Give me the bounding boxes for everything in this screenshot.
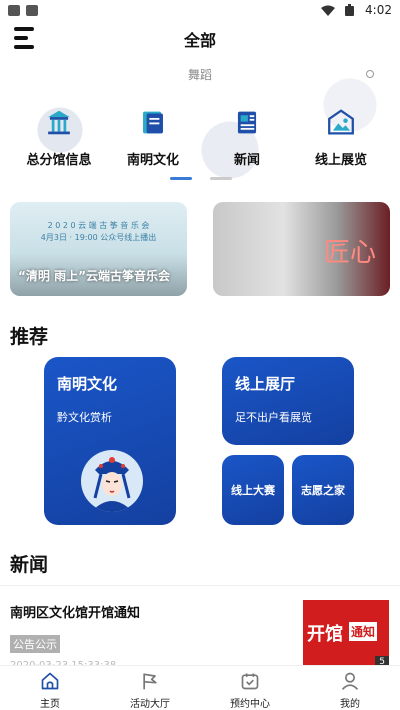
card-title: 南明文化 <box>57 375 118 393</box>
status-right: 4:02 <box>321 3 392 17</box>
newspaper-icon <box>237 111 257 134</box>
tab-label: 预约中心 <box>230 699 270 710</box>
news-tag: 公告公示 <box>10 635 60 653</box>
tab-label: 活动大厅 <box>130 699 170 710</box>
tab-mine[interactable]: 我的 <box>300 666 400 710</box>
news-thumbnail: 开馆 通知 5 <box>303 600 389 668</box>
calendar-check-icon <box>241 673 259 690</box>
thumb-text: 开馆 <box>307 624 343 645</box>
home-icon <box>41 672 59 690</box>
status-bar: 4:02 <box>0 0 400 20</box>
recommend-card-volunteer[interactable]: 志愿之家 <box>292 455 354 525</box>
news-list-item[interactable]: 南明区文化馆开馆通知 公告公示 2020-03-23 15:33:38 开馆 通… <box>0 585 400 671</box>
tab-booking-center[interactable]: 预约中心 <box>200 666 300 710</box>
status-left <box>8 4 38 16</box>
category-label: 南明文化 <box>126 153 179 168</box>
category-item-online-exhibition[interactable]: 线上展览 <box>296 108 386 168</box>
category-item-branches[interactable]: 总分馆信息 <box>14 108 104 168</box>
banner-caption: “清明 雨上”云端古筝音乐会 <box>18 269 170 283</box>
banner-small-title: 2 0 2 0 云 端 古 筝 音 乐 会 <box>47 221 150 230</box>
status-time: 4:02 <box>365 3 392 17</box>
news-section-title: 新闻 <box>10 554 49 576</box>
card-subtitle: 黔文化赏析 <box>57 411 112 424</box>
search-placeholder: 舞蹈 <box>187 67 212 82</box>
banner-carousel: 2 0 2 0 云 端 古 筝 音 乐 会 4月3日 · 19:00 公众号线上… <box>10 202 390 298</box>
recommend-card-online-hall[interactable]: 线上展厅 足不出户看展览 <box>222 357 354 445</box>
recommend-card-online-contest[interactable]: 线上大赛 <box>222 455 284 525</box>
search-icon[interactable] <box>366 70 374 78</box>
tab-label: 我的 <box>340 699 360 710</box>
category-label: 总分馆信息 <box>26 153 92 168</box>
bottom-tab-bar: 主页 活动大厅 预约中心 我的 <box>0 665 400 710</box>
tab-label: 主页 <box>40 699 60 710</box>
app-header: 全部 <box>0 22 400 54</box>
battery-icon <box>345 4 355 16</box>
tab-activity-hall[interactable]: 活动大厅 <box>100 666 200 710</box>
opera-mask-illustration <box>81 450 143 512</box>
banner-craftsmanship[interactable]: 匠心 <box>213 202 390 296</box>
recommend-card-nanming-culture[interactable]: 南明文化 黔文化赏析 <box>44 357 176 525</box>
banner-guzheng-concert[interactable]: 2 0 2 0 云 端 古 筝 音 乐 会 4月3日 · 19:00 公众号线上… <box>10 202 187 296</box>
search-bar[interactable]: 舞蹈 <box>12 60 388 88</box>
notification-icon <box>26 4 38 16</box>
book-icon <box>143 111 163 134</box>
gallery-icon <box>328 109 354 135</box>
building-icon <box>48 110 70 135</box>
notification-icon <box>8 4 20 16</box>
page-title: 全部 <box>183 31 216 50</box>
flag-icon <box>143 673 157 690</box>
thumb-text-2: 通知 <box>349 622 378 641</box>
news-title: 南明区文化馆开馆通知 <box>10 606 141 621</box>
tab-home[interactable]: 主页 <box>0 666 100 710</box>
carousel-indicator <box>170 177 232 180</box>
category-nav: 总分馆信息 南明文化 新闻 线上展览 <box>12 108 388 168</box>
opera-figure-icon <box>91 457 133 512</box>
wifi-icon <box>321 5 336 16</box>
category-item-nanming-culture[interactable]: 南明文化 <box>108 108 198 168</box>
banner-art-text: 匠心 <box>323 238 376 268</box>
card-title: 线上展厅 <box>235 375 296 393</box>
category-label: 线上展览 <box>314 153 367 168</box>
carousel-dot-active[interactable] <box>170 177 192 180</box>
category-item-news[interactable]: 新闻 <box>202 108 292 168</box>
carousel-dot[interactable] <box>210 177 232 180</box>
banner-date-line: 4月3日 · 19:00 公众号线上播出 <box>40 233 157 242</box>
card-subtitle: 足不出户看展览 <box>235 411 312 424</box>
recommend-section-title: 推荐 <box>10 326 49 348</box>
user-icon <box>341 672 359 690</box>
category-label: 新闻 <box>233 153 260 168</box>
